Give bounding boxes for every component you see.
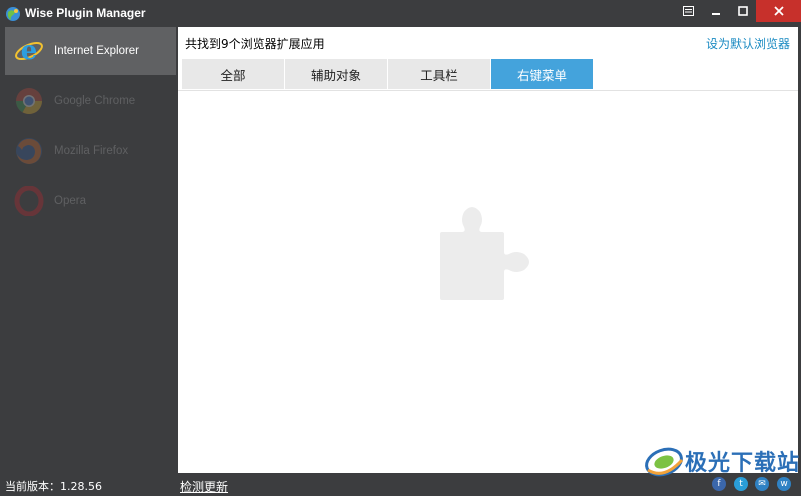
menu-icon (683, 6, 694, 16)
firefox-icon (16, 138, 42, 164)
sidebar-item-mozilla-firefox[interactable]: Mozilla Firefox (5, 127, 176, 175)
app-window: Wise Plugin Manager e Internet Explorer … (0, 0, 801, 496)
puzzle-piece-icon (440, 207, 529, 300)
tab-all[interactable]: 全部 (182, 59, 284, 89)
close-button[interactable] (756, 0, 801, 22)
menu-button[interactable] (675, 0, 702, 22)
version-label: 当前版本： (5, 480, 60, 493)
sidebar-item-label: Google Chrome (54, 95, 136, 107)
svg-text:e: e (21, 36, 38, 66)
tab-toolbars[interactable]: 工具栏 (388, 59, 490, 89)
version-info: 当前版本：1.28.56 (5, 478, 102, 494)
close-icon (773, 6, 784, 16)
tab-context-menu[interactable]: 右键菜单 (491, 59, 593, 89)
app-logo-icon (6, 7, 20, 21)
sidebar-item-google-chrome[interactable]: Google Chrome (5, 77, 176, 125)
mail-icon[interactable]: ✉ (755, 477, 769, 491)
browser-sidebar: e Internet Explorer Google Chrome Mozill… (0, 27, 178, 496)
minimize-button[interactable] (702, 0, 729, 22)
sidebar-item-label: Opera (54, 195, 86, 207)
category-tabs: 全部 辅助对象 工具栏 右键菜单 (182, 59, 594, 89)
internet-explorer-icon: e (15, 36, 43, 66)
extension-count-text: 共找到9个浏览器扩展应用 (185, 37, 325, 51)
sidebar-item-opera[interactable]: Opera (5, 177, 176, 225)
title-bar: Wise Plugin Manager (0, 0, 801, 27)
sidebar-item-label: Internet Explorer (54, 45, 140, 57)
facebook-icon[interactable]: f (712, 477, 726, 491)
twitter-icon[interactable]: t (734, 477, 748, 491)
maximize-icon (737, 6, 748, 16)
website-icon[interactable]: w (777, 477, 791, 491)
main-panel: 共找到9个浏览器扩展应用 设为默认浏览器 全部 辅助对象 工具栏 右键菜单 (178, 27, 798, 473)
maximize-button[interactable] (729, 0, 756, 22)
sidebar-item-label: Mozilla Firefox (54, 145, 129, 157)
watermark-text: 极光下载站 (685, 451, 801, 476)
minimize-icon (711, 13, 720, 15)
tab-helper-objects[interactable]: 辅助对象 (285, 59, 387, 89)
tab-divider (178, 90, 798, 91)
set-default-browser-link[interactable]: 设为默认浏览器 (706, 35, 790, 52)
version-number: 1.28.56 (60, 480, 102, 493)
opera-icon (14, 186, 44, 216)
check-update-link[interactable]: 检测更新 (180, 478, 228, 495)
chrome-icon (15, 88, 43, 115)
sidebar-item-internet-explorer[interactable]: e Internet Explorer (5, 27, 176, 75)
app-title: Wise Plugin Manager (25, 6, 146, 20)
